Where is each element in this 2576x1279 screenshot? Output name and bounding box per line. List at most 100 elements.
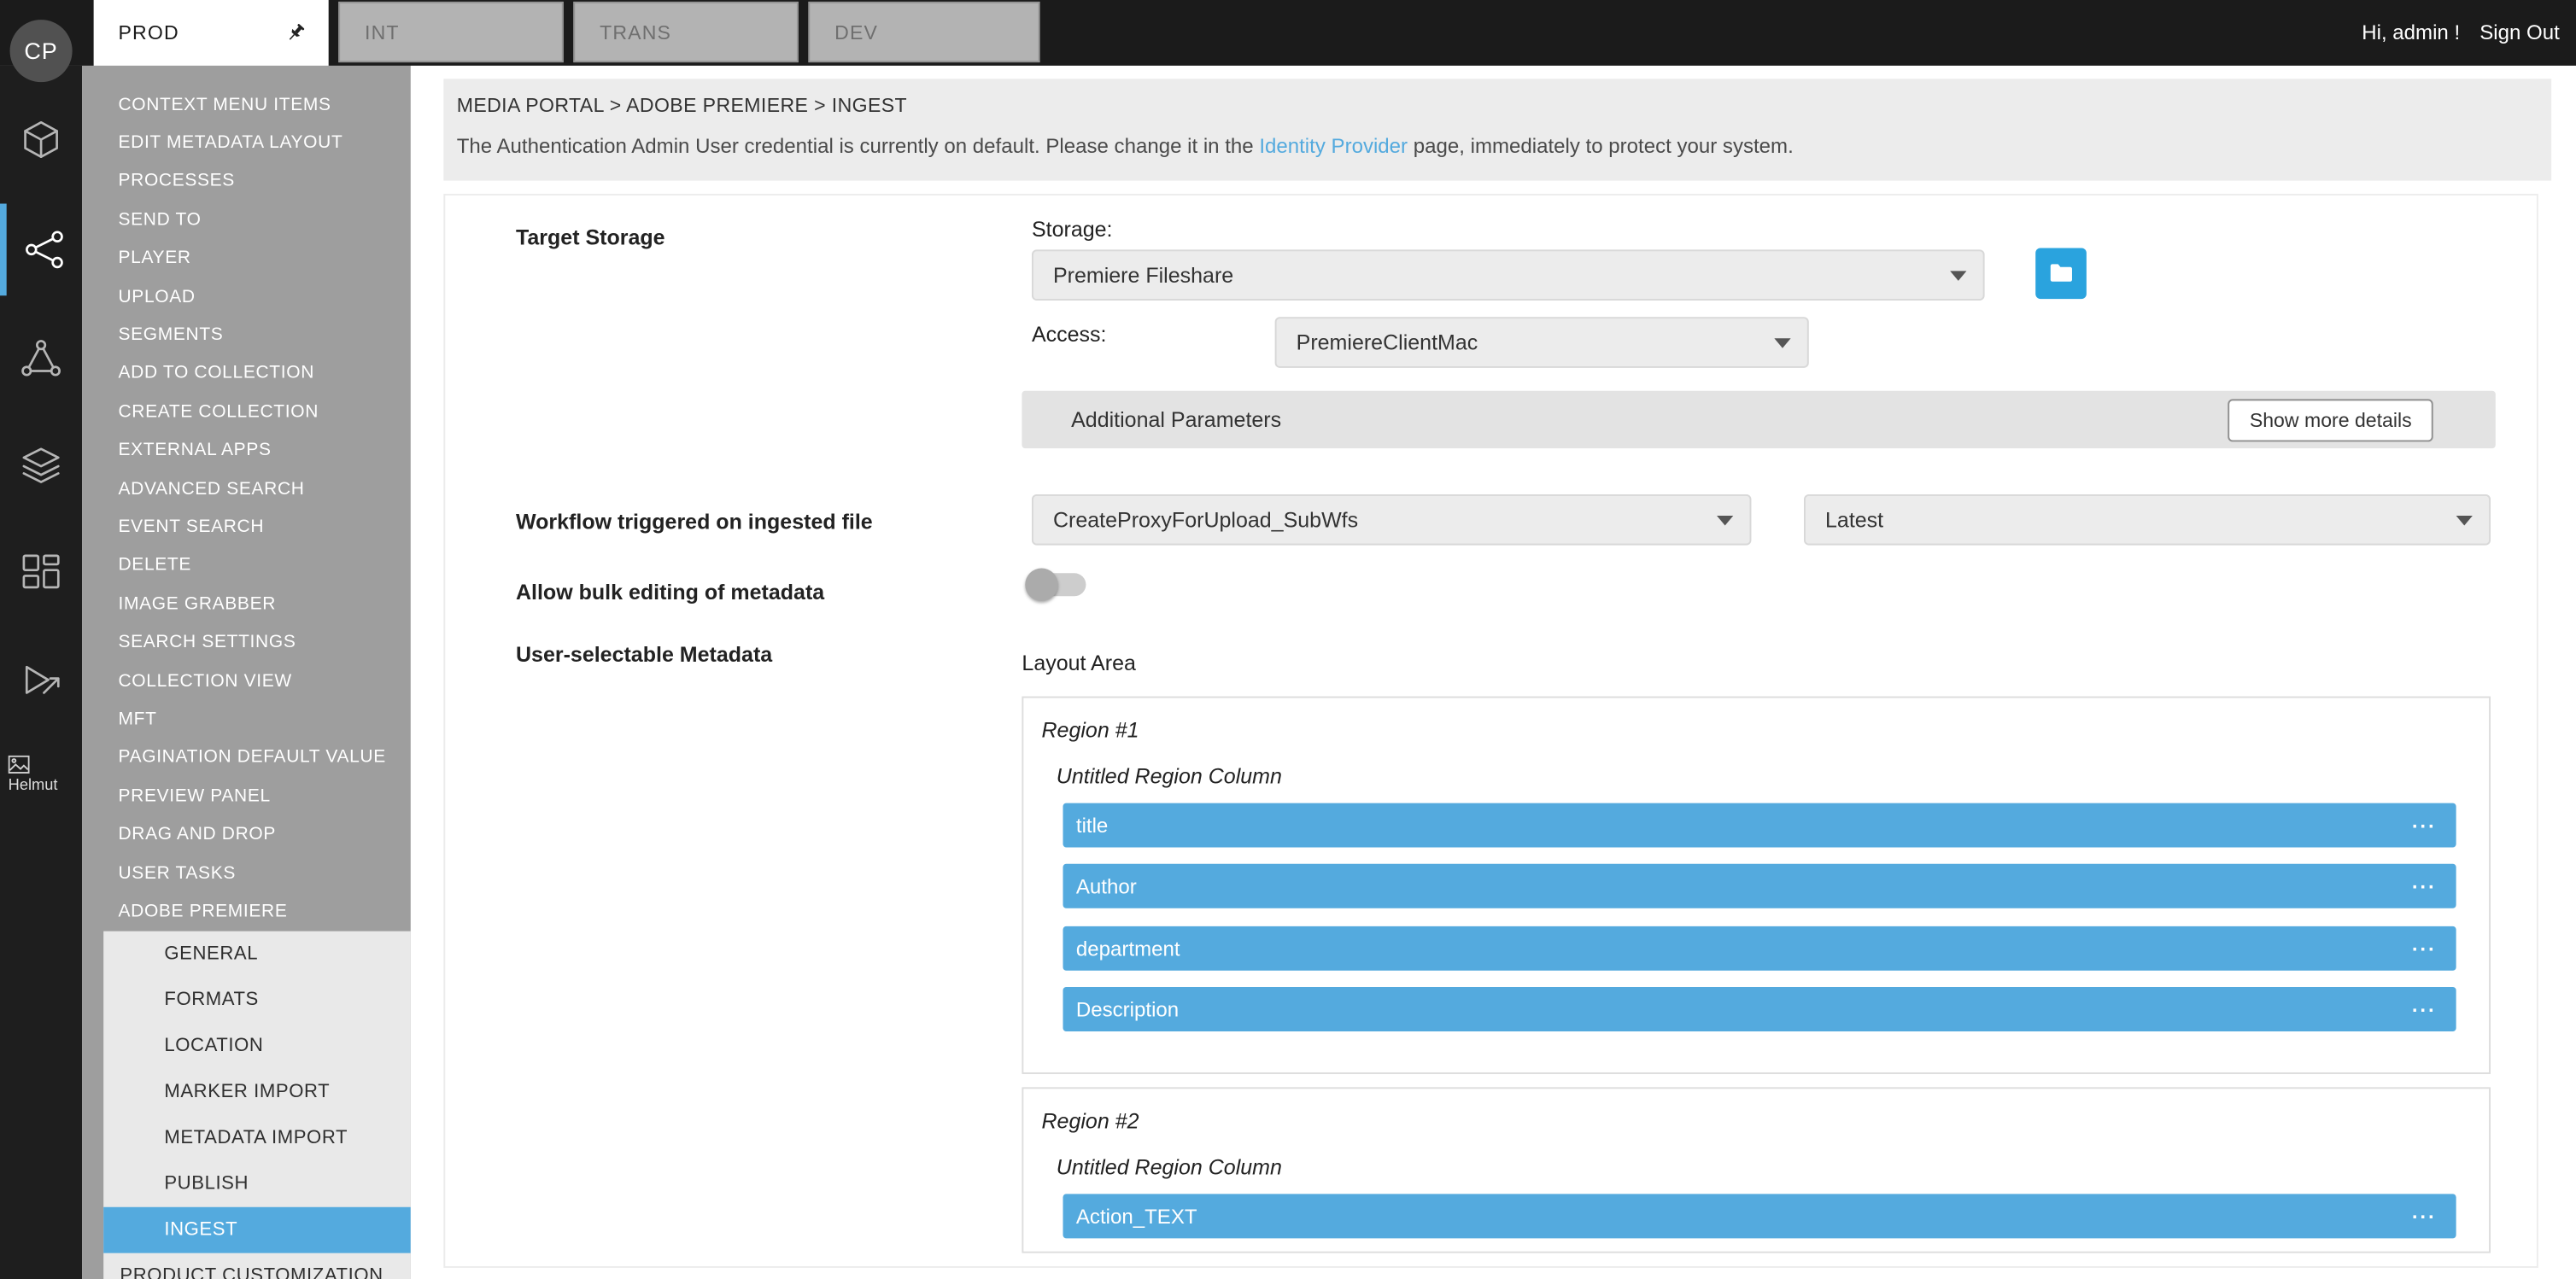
storage-select-value: Premiere Fileshare [1053,263,1233,288]
submenu-item-ingest[interactable]: INGEST [103,1206,411,1253]
workflow-version-select[interactable]: Latest [1804,494,2491,546]
field-menu-icon[interactable]: ... [2412,809,2437,832]
export-play-icon[interactable] [0,634,82,726]
tab-int-label: INT [365,20,400,44]
breadcrumb: MEDIA PORTAL > ADOBE PREMIERE > INGEST [457,94,2551,117]
sidebar-item-edit-metadata-layout[interactable]: EDIT METADATA LAYOUT [82,124,411,162]
topbar-user-area: Hi, admin ! Sign Out [2362,0,2560,66]
sidebar-item-external-apps[interactable]: EXTERNAL APPS [82,431,411,470]
dashboard-icon[interactable] [0,526,82,618]
sidebar-item-mft[interactable]: MFT [82,700,411,739]
tab-prod[interactable]: PROD [94,0,329,66]
region-1-name: Region #1 [1041,718,1139,743]
access-select-value: PremiereClientMac [1297,330,1478,355]
sidebar-item-context-menu-items[interactable]: CONTEXT MENU ITEMS [82,85,411,124]
metadata-field-author[interactable]: Author ... [1063,864,2456,908]
field-menu-icon[interactable]: ... [2412,993,2437,1016]
field-menu-icon[interactable]: ... [2412,1200,2437,1223]
submenu-item-metadata-import[interactable]: METADATA IMPORT [103,1114,411,1160]
bulk-edit-label: Allow bulk editing of metadata [516,580,824,604]
workflow-version-select-value: Latest [1825,507,1883,532]
broken-image-helmut: Helmut [9,756,58,795]
pin-icon[interactable] [284,21,307,44]
sign-out-link[interactable]: Sign Out [2479,21,2560,44]
bulk-edit-toggle[interactable] [1030,573,1086,596]
sidebar-item-advanced-search[interactable]: ADVANCED SEARCH [82,470,411,508]
metadata-field-label: Author [1076,874,1137,897]
folder-icon [2047,260,2075,288]
sidebar-item-image-grabber[interactable]: IMAGE GRABBER [82,585,411,623]
storage-select[interactable]: Premiere Fileshare [1032,249,1985,301]
field-menu-icon[interactable]: ... [2412,869,2437,892]
sidebar-item-adobe-premiere[interactable]: ADOBE PREMIERE [82,892,411,931]
region-2-column: Untitled Region Column [1057,1154,1282,1179]
cp-logo[interactable]: CP [10,20,73,82]
target-storage-label: Target Storage [516,225,665,250]
submenu-item-formats[interactable]: FORMATS [103,977,411,1023]
auth-warning-text-pre: The Authentication Admin User credential… [457,135,1260,158]
user-selectable-metadata-label: User-selectable Metadata [516,642,772,667]
sidebar-item-collection-view[interactable]: COLLECTION VIEW [82,662,411,700]
access-label: Access: [1032,322,1107,347]
branch-icon[interactable] [0,312,82,404]
workflow-select-value: CreateProxyForUpload_SubWfs [1053,507,1358,532]
submenu-item-marker-import[interactable]: MARKER IMPORT [103,1068,411,1114]
identity-provider-link[interactable]: Identity Provider [1259,135,1408,158]
metadata-field-label: title [1076,814,1108,837]
sidebar-item-preview-panel[interactable]: PREVIEW PANEL [82,777,411,815]
sidebar-item-player[interactable]: PLAYER [82,239,411,277]
browse-folder-button[interactable] [2035,248,2087,299]
metadata-field-description[interactable]: Description ... [1063,987,2456,1031]
additional-parameters-label: Additional Parameters [1071,391,1281,448]
sidebar-item-upload[interactable]: UPLOAD [82,277,411,316]
sidebar-item-user-tasks[interactable]: USER TASKS [82,854,411,892]
topbar: PROD INT TRANS DEV [0,0,2576,66]
sidebar: CONTEXT MENU ITEMS EDIT METADATA LAYOUT … [82,66,411,1279]
sidebar-item-search-settings[interactable]: SEARCH SETTINGS [82,623,411,662]
cube-icon[interactable] [0,94,82,186]
field-menu-icon[interactable]: ... [2412,932,2437,955]
sidebar-item-create-collection[interactable]: CREATE COLLECTION [82,393,411,431]
ingest-settings-card: Target Storage Storage: Premiere Filesha… [443,194,2538,1268]
submenu-item-location[interactable]: LOCATION [103,1023,411,1069]
metadata-field-action-text[interactable]: Action_TEXT ... [1063,1194,2456,1238]
sidebar-item-delete[interactable]: DELETE [82,546,411,585]
workflow-select[interactable]: CreateProxyForUpload_SubWfs [1032,494,1751,546]
metadata-field-label: Action_TEXT [1076,1205,1197,1228]
additional-parameters-bar: Additional Parameters Show more details [1022,391,2495,448]
region-2: Region #2 Untitled Region Column Action_… [1022,1087,2491,1253]
show-more-details-button[interactable]: Show more details [2228,399,2433,441]
access-select[interactable]: PremiereClientMac [1275,317,1809,368]
metadata-field-title[interactable]: title ... [1063,803,2456,848]
storage-label: Storage: [1032,217,1113,242]
sidebar-item-processes[interactable]: PROCESSES [82,162,411,201]
sidebar-item-pagination-default-value[interactable]: PAGINATION DEFAULT VALUE [82,739,411,777]
submenu-item-general[interactable]: GENERAL [103,931,411,977]
metadata-field-department[interactable]: department ... [1063,926,2456,971]
user-greeting: Hi, admin ! [2362,21,2460,44]
metadata-field-label: Description [1076,998,1179,1021]
layout-area-label: Layout Area [1022,651,1135,675]
sidebar-item-event-search[interactable]: EVENT SEARCH [82,508,411,546]
connections-icon[interactable] [0,204,82,296]
sidebar-item-send-to[interactable]: SEND TO [82,201,411,239]
tab-prod-label: PROD [118,21,179,44]
region-2-name: Region #2 [1041,1108,1139,1133]
tab-trans[interactable]: TRANS [573,2,799,62]
layers-icon[interactable] [0,418,82,511]
sidebar-item-product-customization[interactable]: PRODUCT CUSTOMIZATION [103,1253,411,1279]
adobe-premiere-submenu: GENERAL FORMATS LOCATION MARKER IMPORT M… [103,931,411,1279]
broken-image-icon [9,756,30,774]
tab-int[interactable]: INT [338,2,564,62]
auth-warning: The Authentication Admin User credential… [457,135,2551,158]
tab-dev[interactable]: DEV [808,2,1039,62]
sidebar-item-drag-and-drop[interactable]: DRAG AND DROP [82,815,411,854]
sidebar-item-segments[interactable]: SEGMENTS [82,316,411,354]
icon-rail: Helmut [0,66,82,1279]
sidebar-item-add-to-collection[interactable]: ADD TO COLLECTION [82,354,411,393]
page-header: MEDIA PORTAL > ADOBE PREMIERE > INGEST T… [443,79,2551,180]
tab-dev-label: DEV [834,20,878,44]
submenu-item-publish[interactable]: PUBLISH [103,1160,411,1206]
app-root: PROD INT TRANS DEV [0,0,2576,1279]
region-1: Region #1 Untitled Region Column title .… [1022,697,2491,1074]
